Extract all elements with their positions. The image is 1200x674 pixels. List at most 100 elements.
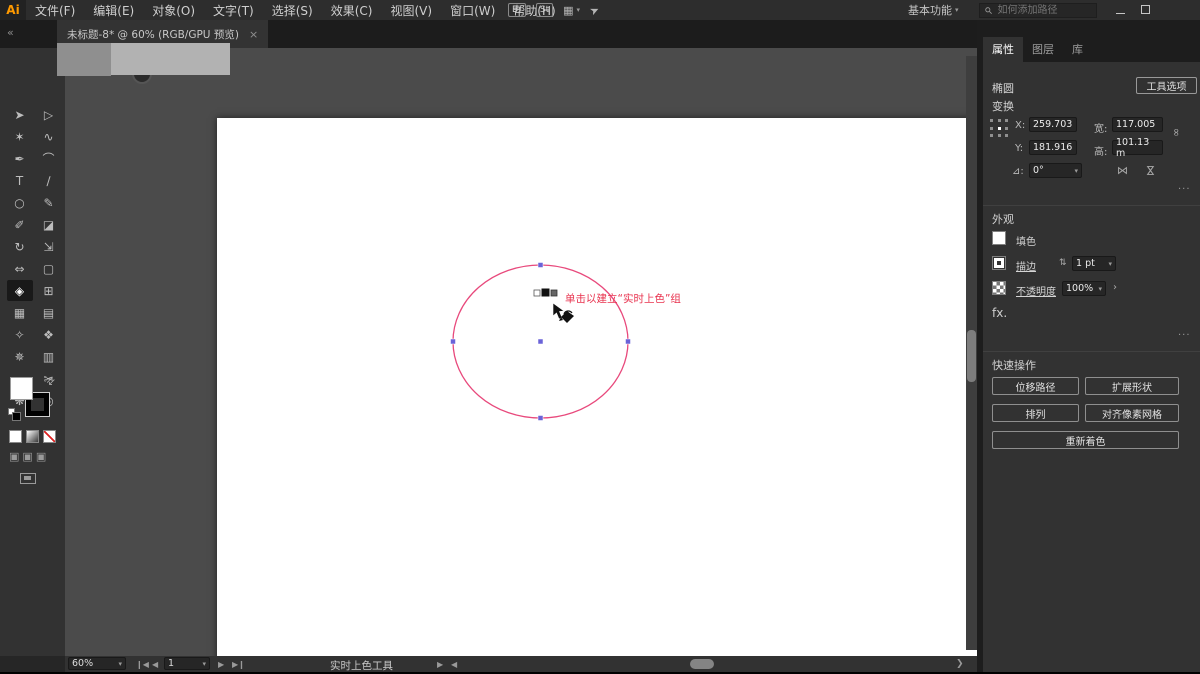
offset-path-button[interactable]: 位移路径 (992, 377, 1079, 395)
menu-item[interactable]: 效果(C) (322, 2, 382, 19)
color-button[interactable] (9, 430, 22, 443)
opacity-dropdown[interactable]: 100% ▾ (1062, 281, 1106, 296)
ellipse-tool[interactable]: ○ (7, 192, 33, 213)
last-artboard-icon[interactable]: ▶❙ (232, 660, 245, 669)
eraser-tool[interactable]: ◪ (36, 214, 62, 235)
search-box[interactable] (978, 2, 1097, 18)
stock-button[interactable]: St (535, 3, 554, 17)
curvature-tool[interactable]: ⌒ (36, 148, 62, 169)
menu-item[interactable]: 文字(T) (204, 2, 263, 19)
draw-behind-icon[interactable]: ▣ (22, 450, 32, 463)
y-input[interactable]: 181.916 (1029, 140, 1077, 155)
minimize-button[interactable] (1116, 3, 1125, 17)
stroke-weight-stepper[interactable]: ⇅ (1059, 258, 1067, 268)
tab-overflow-icon[interactable]: « (7, 26, 14, 39)
share-icon[interactable]: ➤ (588, 2, 602, 18)
horizontal-scrollbar-thumb[interactable] (690, 659, 714, 669)
canvas-area[interactable] (65, 48, 1031, 674)
restore-button[interactable] (1141, 3, 1150, 17)
opacity-panel-chevron[interactable]: › (1113, 282, 1117, 293)
flip-horizontal-icon[interactable]: ⋈ (1117, 164, 1128, 177)
first-artboard-icon[interactable]: ❙◀ (136, 660, 149, 669)
x-input[interactable]: 259.703 (1029, 117, 1077, 132)
width-input[interactable]: 117.005 (1112, 117, 1163, 132)
tool-icon: ∿ (43, 129, 54, 144)
expand-shape-button[interactable]: 扩展形状 (1085, 377, 1179, 395)
artboard[interactable] (217, 118, 1031, 674)
tab-layers[interactable]: 图层 (1023, 37, 1063, 62)
type-tool[interactable]: T (7, 170, 33, 191)
mesh-tool[interactable]: ▦ (7, 302, 33, 323)
recolor-button[interactable]: 重新着色 (992, 431, 1179, 449)
status-scroll-right-icon[interactable]: ▶ (437, 660, 443, 669)
scale-tool[interactable]: ⇲ (36, 236, 62, 257)
app-logo[interactable]: Ai (0, 0, 26, 20)
previous-artboard-icon[interactable]: ◀ (152, 660, 158, 669)
magic-wand-tool[interactable]: ✶ (7, 126, 33, 147)
arrange-button[interactable]: 排列 (992, 404, 1079, 422)
tool-grid: ➤ ▷ ✶ ∿ ✒ ⌒ T ∕ ○ ✎ ✐ ◪ ↻ ⇲ ⇔ ▢ ◈ ⊞ ▦ ▤ … (6, 104, 62, 411)
rotate-tool[interactable]: ↻ (7, 236, 33, 257)
tool-options-button[interactable]: 工具选项 (1136, 77, 1197, 94)
eyedropper-tool[interactable]: ✧ (7, 324, 33, 345)
pen-tool[interactable]: ✒ (7, 148, 33, 169)
next-artboard-icon[interactable]: ▶ (218, 660, 224, 669)
fx-button[interactable]: fx. (992, 306, 1007, 320)
tab-libraries[interactable]: 库 (1063, 37, 1092, 62)
none-button[interactable] (43, 430, 56, 443)
arrange-documents-icon[interactable]: ▦ ▾ (563, 4, 580, 17)
perspective-grid-tool[interactable]: ⊞ (36, 280, 62, 301)
draw-normal-icon[interactable]: ▣ (9, 450, 19, 463)
scrollbar-right-arrow[interactable]: ❯ (956, 659, 964, 669)
free-transform-tool[interactable]: ▢ (36, 258, 62, 279)
width-tool[interactable]: ⇔ (7, 258, 33, 279)
workspace-switcher[interactable]: 基本功能 ▾ (900, 2, 967, 18)
status-scroll-left-icon[interactable]: ◀ (451, 660, 457, 669)
close-icon[interactable]: × (249, 28, 258, 41)
appearance-more-options[interactable]: ··· (1178, 330, 1191, 341)
menu-item[interactable]: 视图(V) (381, 2, 441, 19)
fill-color-swatch[interactable] (10, 377, 33, 400)
screen-mode-icon[interactable] (20, 473, 36, 484)
align-pixel-grid-button[interactable]: 对齐像素网格 (1085, 404, 1179, 422)
column-graph-tool[interactable]: ▥ (36, 346, 62, 367)
constrain-proportions-icon[interactable]: ∞ (1170, 126, 1183, 139)
direct-selection-tool[interactable]: ▷ (36, 104, 62, 125)
tool-icon: ✒ (14, 151, 25, 166)
zoom-dropdown[interactable]: 60% ▾ (68, 657, 126, 670)
stroke-label[interactable]: 描边 (1016, 258, 1036, 273)
artboard-number-dropdown[interactable]: 1 ▾ (164, 657, 210, 670)
bridge-button[interactable]: Br (508, 3, 526, 17)
default-fill-stroke-icon[interactable] (8, 408, 21, 421)
height-input[interactable]: 101.13 m (1112, 137, 1163, 159)
tab-properties[interactable]: 属性 (983, 37, 1023, 62)
reference-point-locator[interactable] (990, 119, 1011, 140)
draw-inside-icon[interactable]: ▣ (36, 450, 46, 463)
selection-tool[interactable]: ➤ (7, 104, 33, 125)
stroke-weight-dropdown[interactable]: 1 pt ▾ (1072, 256, 1116, 271)
blend-tool[interactable]: ❖ (36, 324, 62, 345)
menu-item[interactable]: 编辑(E) (84, 2, 143, 19)
rotate-angle-dropdown[interactable]: 0° ▾ (1029, 163, 1082, 178)
opacity-swatch[interactable] (992, 281, 1006, 295)
opacity-label[interactable]: 不透明度 (1016, 283, 1056, 298)
line-segment-tool[interactable]: ∕ (36, 170, 62, 191)
fill-swatch[interactable] (992, 231, 1006, 245)
gradient-tool[interactable]: ▤ (36, 302, 62, 323)
menu-item[interactable]: 窗口(W) (441, 2, 504, 19)
live-paint-bucket-tool[interactable]: ◈ (6, 280, 33, 301)
menu-item[interactable]: 文件(F) (26, 2, 84, 19)
menu-item[interactable]: 对象(O) (143, 2, 204, 19)
stroke-swatch[interactable] (992, 256, 1006, 270)
pencil-tool[interactable]: ✐ (7, 214, 33, 235)
paintbrush-tool[interactable]: ✎ (36, 192, 62, 213)
menu-item[interactable]: 选择(S) (263, 2, 322, 19)
gradient-button[interactable] (26, 430, 39, 443)
chevron-down-icon: ▾ (1108, 259, 1112, 268)
transform-more-options[interactable]: ··· (1178, 184, 1191, 195)
vertical-scrollbar-thumb[interactable] (967, 330, 976, 382)
flip-vertical-icon[interactable]: ⋈ (1144, 164, 1157, 177)
symbol-sprayer-tool[interactable]: ✵ (7, 346, 33, 367)
search-input[interactable] (995, 3, 1091, 17)
lasso-tool[interactable]: ∿ (36, 126, 62, 147)
